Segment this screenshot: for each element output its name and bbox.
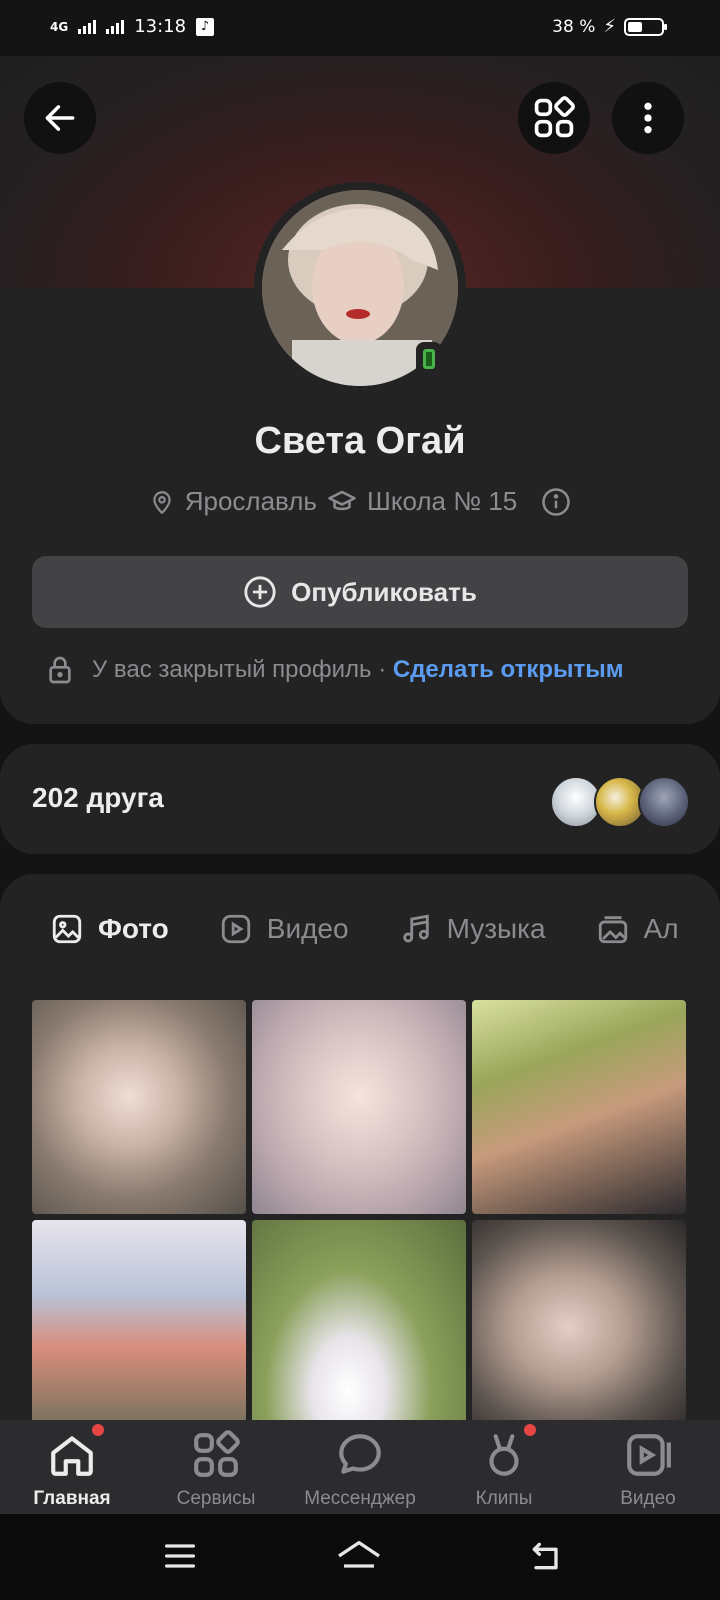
- profile-meta: Ярославль Школа № 15: [0, 486, 720, 517]
- online-mobile-indicator: [416, 342, 442, 376]
- clock: 13:18: [134, 16, 187, 37]
- back-system-icon[interactable]: [526, 1536, 566, 1576]
- photo-thumbnail[interactable]: [252, 1000, 466, 1214]
- friends-count: 202 друга: [32, 782, 164, 813]
- music-app-icon: ♪: [196, 17, 215, 36]
- friend-avatar: [638, 776, 690, 828]
- plus-circle-icon: [244, 576, 276, 608]
- album-icon: [598, 916, 627, 944]
- tab-video[interactable]: Видео: [219, 912, 349, 946]
- school-item[interactable]: Школа № 15: [327, 486, 517, 517]
- city-item[interactable]: Ярославль: [149, 486, 317, 517]
- nav-messenger[interactable]: Мессенджер: [288, 1430, 432, 1510]
- nav-clips-label: Клипы: [475, 1488, 533, 1509]
- nav-clips[interactable]: Клипы: [432, 1430, 576, 1510]
- video-play-icon: [627, 1434, 671, 1476]
- publish-button[interactable]: Опубликовать: [32, 556, 688, 628]
- info-icon[interactable]: [541, 487, 571, 517]
- nav-video-label: Видео: [620, 1488, 676, 1509]
- nav-services-label: Сервисы: [176, 1488, 256, 1509]
- lock-icon: [49, 656, 71, 684]
- publish-label: Опубликовать: [291, 576, 477, 607]
- arrow-left-icon: [45, 105, 75, 131]
- signal-icon: [78, 19, 97, 34]
- music-icon: [402, 914, 429, 943]
- battery-percent: 38 %: [552, 16, 596, 37]
- profile-name: Света Огай: [254, 420, 466, 462]
- grid-icon: [534, 96, 575, 138]
- privacy-text: У вас закрытый профиль ·: [92, 656, 387, 683]
- city-label: Ярославль: [184, 486, 317, 516]
- menu-icon[interactable]: [160, 1536, 200, 1576]
- nav-messenger-label: Мессенджер: [304, 1488, 416, 1509]
- photo-icon: [52, 914, 82, 944]
- home-icon: [51, 1436, 93, 1476]
- make-open-link[interactable]: Сделать открытым: [393, 656, 624, 683]
- media-tabs: Фото Видео Музыка Ал: [50, 912, 679, 946]
- more-button[interactable]: [612, 82, 684, 154]
- tab-music-label: Музыка: [446, 913, 546, 944]
- charging-icon: ⚡: [603, 16, 616, 37]
- photo-thumbnail[interactable]: [32, 1000, 246, 1214]
- status-bar: 4G 13:18 ♪ 38 % ⚡: [0, 0, 720, 56]
- tab-albums-label: Ал: [643, 913, 679, 944]
- services-icon: [194, 1430, 240, 1477]
- clips-badge: [524, 1424, 536, 1436]
- tab-music[interactable]: Музыка: [399, 912, 546, 946]
- video-icon: [221, 914, 250, 944]
- school-label: Школа № 15: [366, 486, 518, 516]
- services-button[interactable]: [518, 82, 590, 154]
- photo-thumbnail[interactable]: [252, 1220, 466, 1434]
- tab-photo[interactable]: Фото: [50, 912, 169, 946]
- location-pin-icon: [153, 490, 171, 514]
- nav-home[interactable]: Главная: [0, 1430, 144, 1510]
- photo-thumbnail[interactable]: [472, 1000, 686, 1214]
- tab-photo-label: Фото: [98, 913, 169, 944]
- system-navigation-bar: [0, 1514, 720, 1600]
- battery-icon: [624, 17, 667, 36]
- network-type: 4G: [50, 19, 69, 34]
- graduation-cap-icon: [328, 490, 356, 510]
- photo-thumbnail[interactable]: [32, 1220, 246, 1434]
- nav-video[interactable]: Видео: [576, 1430, 720, 1510]
- home-badge: [92, 1424, 104, 1436]
- messenger-icon: [339, 1434, 381, 1474]
- privacy-notice: У вас закрытый профиль · Сделать открыты…: [44, 654, 624, 686]
- tab-albums[interactable]: Ал: [596, 912, 679, 946]
- photo-thumbnail[interactable]: [472, 1220, 686, 1434]
- nav-services[interactable]: Сервисы: [144, 1430, 288, 1510]
- clips-icon: [489, 1434, 519, 1476]
- bottom-navigation: Главная Сервисы Мессенджер Клипы Видео: [0, 1420, 720, 1514]
- tab-video-label: Видео: [266, 913, 349, 944]
- nav-home-label: Главная: [33, 1488, 111, 1509]
- more-vertical-icon: [644, 102, 652, 134]
- home-system-icon[interactable]: [334, 1534, 384, 1578]
- signal-2-icon: [106, 19, 125, 34]
- back-button[interactable]: [24, 82, 96, 154]
